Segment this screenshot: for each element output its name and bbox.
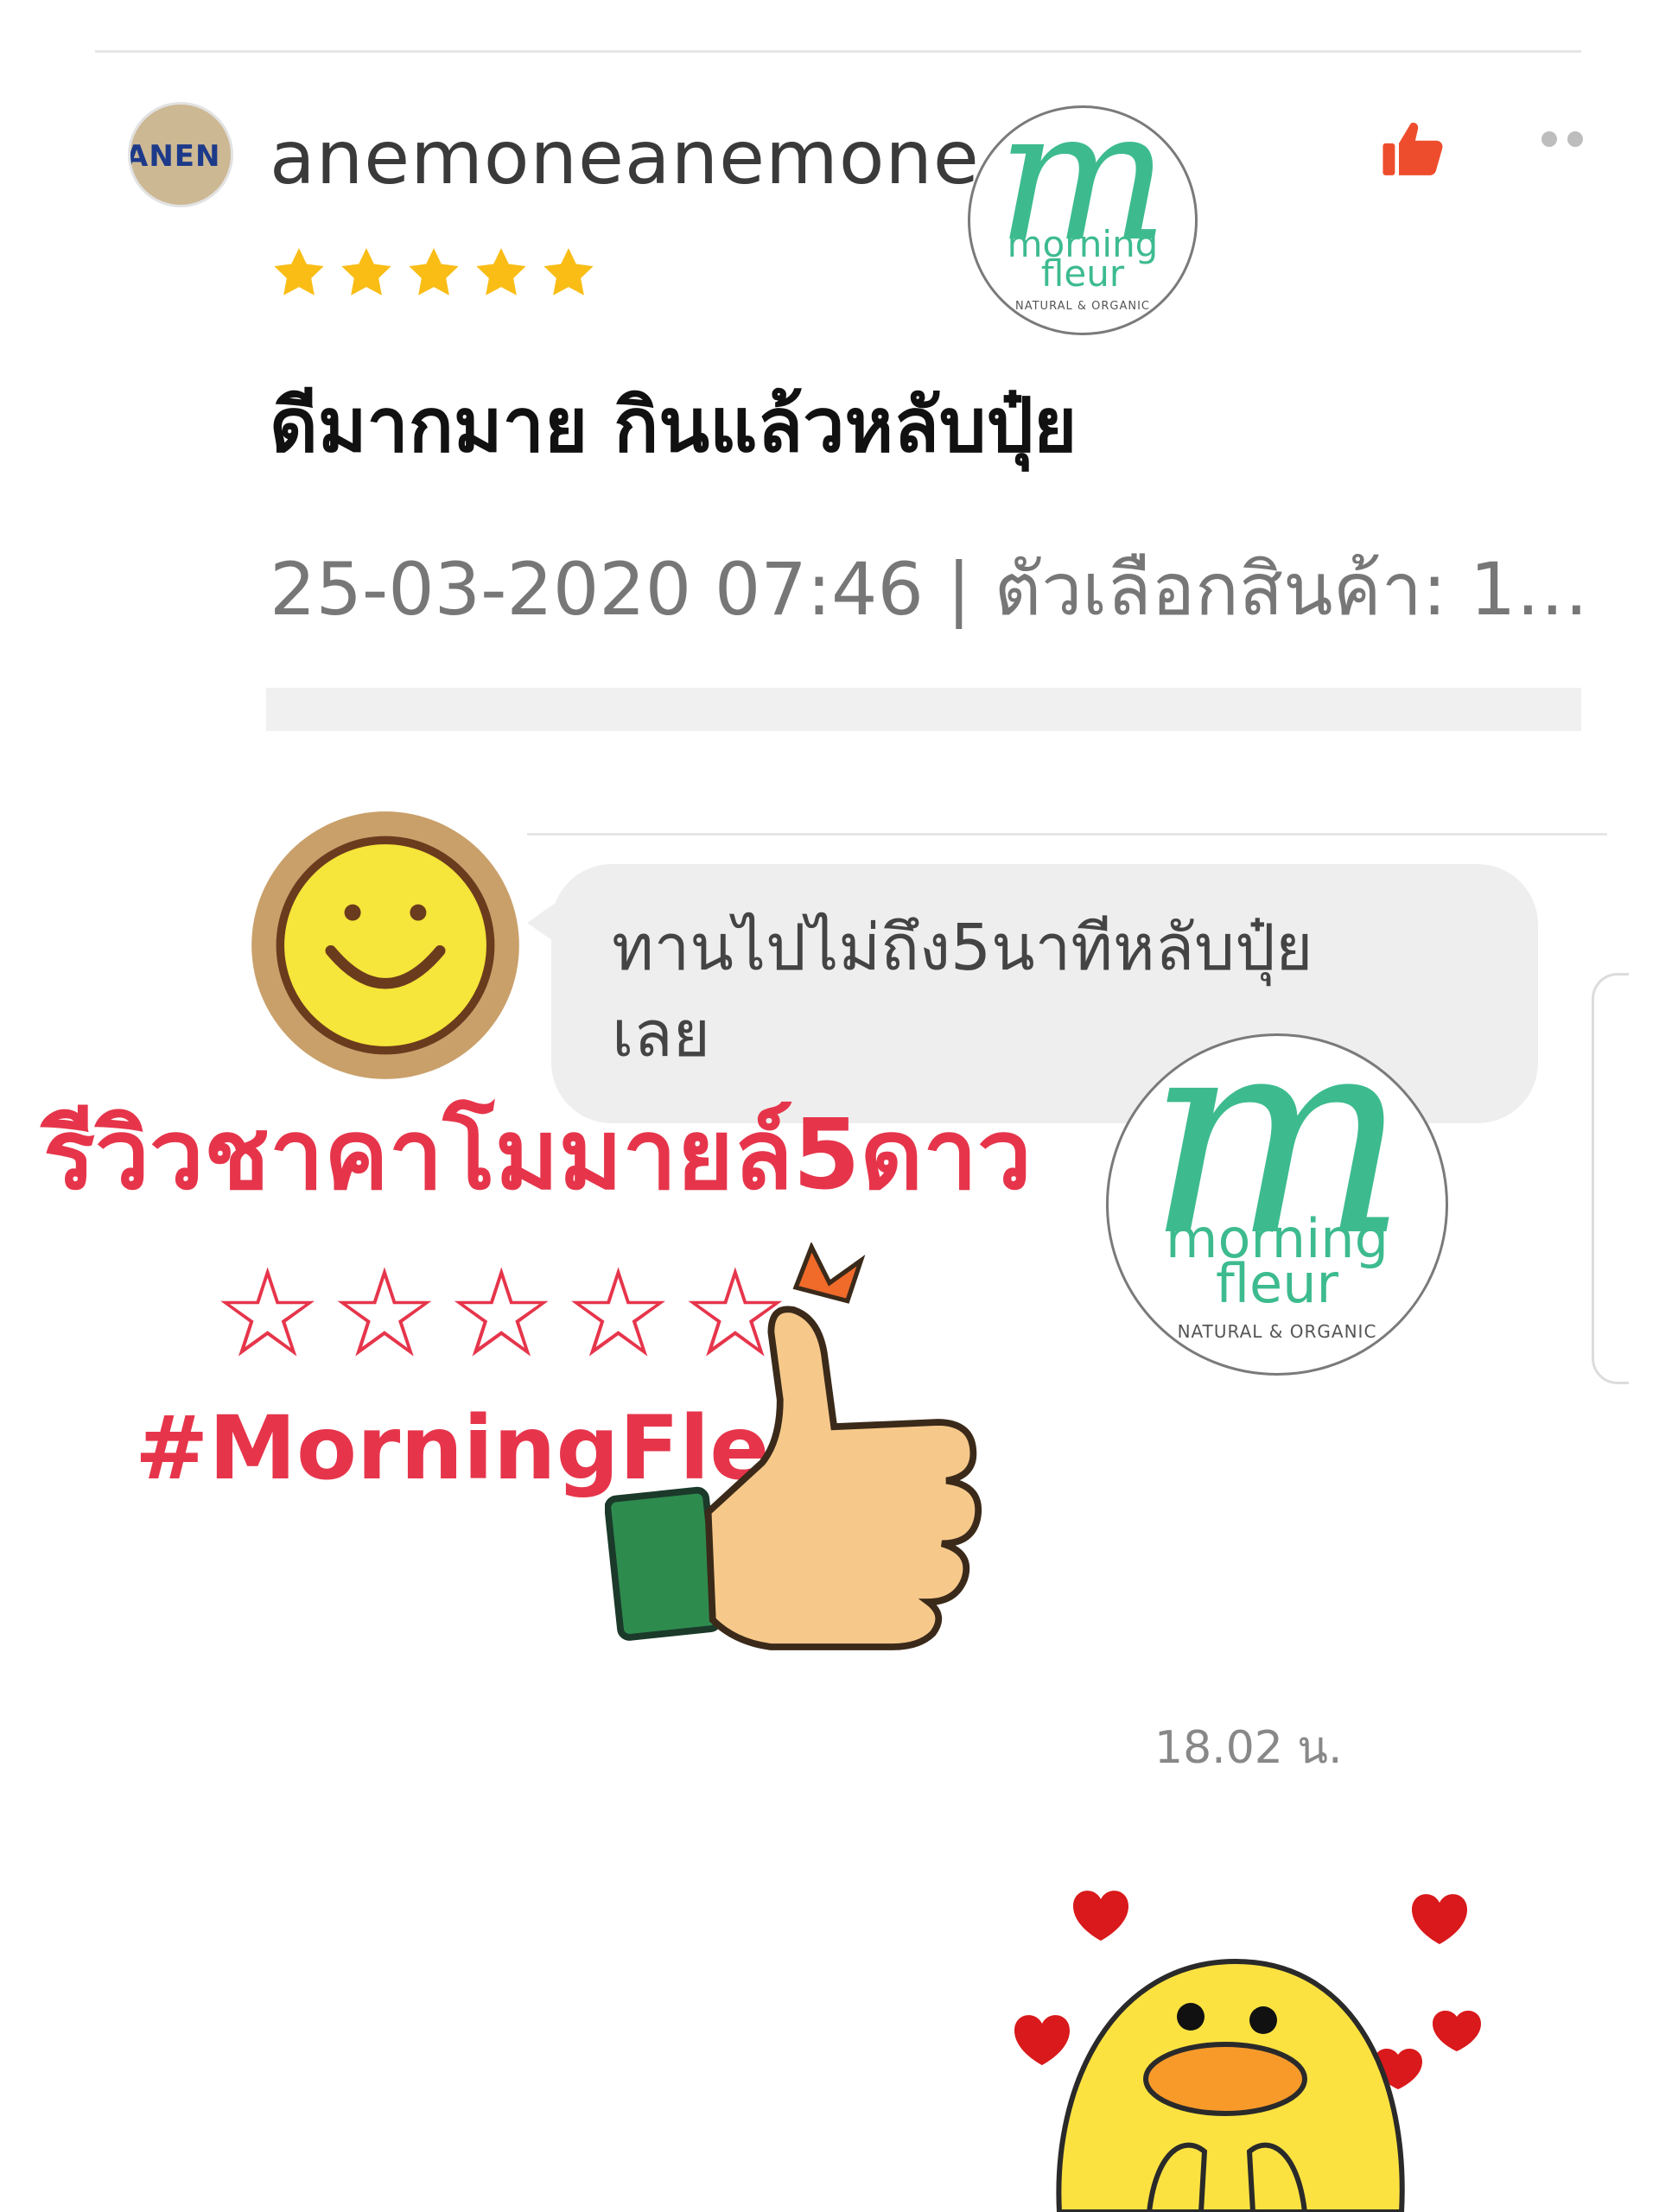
star-icon <box>409 248 459 296</box>
more-dots-icon[interactable] <box>1541 131 1583 147</box>
meta-separator: | <box>946 550 971 630</box>
star-icon <box>341 248 391 296</box>
thumbs-up-icon[interactable] <box>1381 119 1446 178</box>
brand-logo: m morning fleur NATURAL & ORGANIC <box>968 70 1198 335</box>
seller-reply-bar <box>266 688 1581 731</box>
variation-value: : 15ซ... <box>1421 550 1592 630</box>
review-text: ดีมากมาย กินแล้วหลับปุ๋ย <box>270 383 1077 469</box>
review-meta: 25-03-2020 07:46 | ตัวเลือกสินค้า: 15ซ..… <box>270 550 1592 629</box>
rating-stars <box>270 244 598 302</box>
star-icon <box>476 248 526 296</box>
dot <box>1567 131 1583 147</box>
chat-time: 18.02 น. <box>1154 1722 1343 1774</box>
review-datetime: 25-03-2020 07:46 <box>270 550 924 630</box>
logo-tagline: NATURAL & ORGANIC <box>1177 1321 1377 1342</box>
side-frame <box>1592 973 1629 1384</box>
star-icon <box>274 248 324 296</box>
dot <box>1541 131 1557 147</box>
logo-word-2: fleur <box>1040 252 1125 295</box>
brand-logo-large: m morning fleur NATURAL & ORGANIC <box>1106 976 1448 1376</box>
smiley-avatar-icon <box>251 811 519 1079</box>
avatar[interactable]: ANEN <box>128 102 233 207</box>
logo-word-2: fleur <box>1216 1252 1338 1315</box>
chat-divider <box>527 833 1607 836</box>
top-divider <box>95 50 1581 53</box>
thumbs-up-sticker-icon <box>605 1243 982 1650</box>
star-icon <box>543 248 594 296</box>
duck-sticker-icon <box>1014 1891 1481 2212</box>
promo-title: รีวิวชาคาโมมายล์5ดาว <box>43 1099 1033 1211</box>
reviewer-username[interactable]: anemoneanemone <box>270 121 980 195</box>
logo-tagline: NATURAL & ORGANIC <box>1015 300 1150 313</box>
avatar-label: ANEN <box>128 139 221 174</box>
variation-label: ตัวเลือกสินค้า <box>994 550 1422 630</box>
